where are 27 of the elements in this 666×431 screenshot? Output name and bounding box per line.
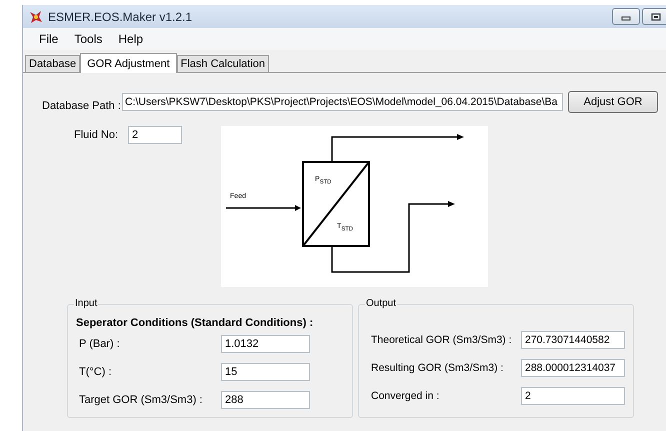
window-title: ESMER.EOS.Maker v1.2.1 <box>48 10 192 24</box>
field-label: Fluid No: <box>74 129 118 141</box>
output-field: 288.000012314037 <box>521 359 625 377</box>
menu-item[interactable]: Tools <box>66 32 110 46</box>
tab[interactable]: Flash Calculation <box>176 55 270 72</box>
path-field[interactable]: C:\Users\PKSW7\Desktop\PKS\Project\Projects\EOS\Model\model_06.04.2015\Database\Ba <box>122 93 563 111</box>
group-title: Output <box>365 298 398 309</box>
input-field[interactable]: 15 <box>221 363 310 381</box>
field-label: Target GOR (Sm3/Sm3) : <box>78 394 204 406</box>
field-label: Theoretical GOR (Sm3/Sm3) : <box>371 334 513 346</box>
menu-item[interactable]: Help <box>110 32 152 46</box>
output-field: 2 <box>521 387 625 405</box>
input-field[interactable]: 2 <box>128 126 182 144</box>
input-field[interactable]: 288 <box>221 391 310 409</box>
section-heading: Seperator Conditions (Standard Conditions) : <box>76 317 314 329</box>
tab[interactable]: Database <box>25 55 80 72</box>
adjust-gor-button[interactable]: Adjust GOR <box>568 91 658 113</box>
menu-item[interactable]: File <box>31 32 66 46</box>
field-label: Converged in : <box>371 390 440 402</box>
field-label: T(°C) : <box>78 366 113 378</box>
tab[interactable]: GOR Adjustment <box>80 53 177 73</box>
field-label: Resulting GOR (Sm3/Sm3) : <box>371 362 504 374</box>
field-label: P (Bar) : <box>78 338 121 350</box>
input-field[interactable]: 1.0132 <box>221 335 310 353</box>
field-label: Database Path : <box>42 98 122 112</box>
group-title: Input <box>74 298 98 309</box>
output-field: 270.73071440582 <box>521 331 625 349</box>
